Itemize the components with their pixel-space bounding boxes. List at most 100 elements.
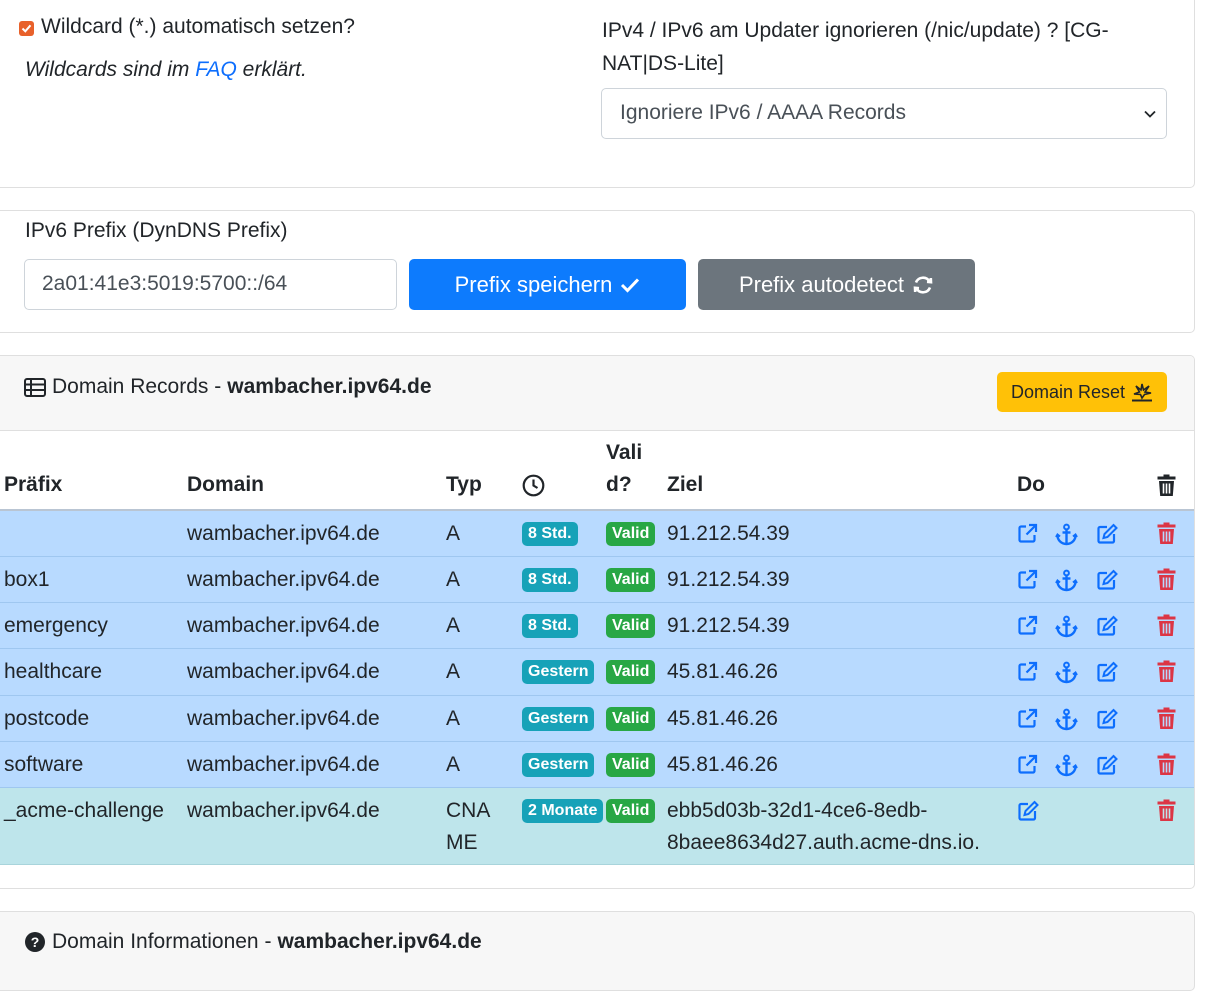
- record-age-badge: Gestern: [522, 707, 595, 731]
- wildcard-label: Wildcard (*.) automatisch setzen?: [41, 15, 355, 38]
- edit-icon[interactable]: [1096, 615, 1118, 642]
- prefix-value: 2a01:41e3:5019:5700::/64: [42, 272, 288, 295]
- trash-icon[interactable]: [1157, 522, 1176, 550]
- ipv-ignore-label: IPv4 / IPv6 am Updater ignorieren (/nic/…: [602, 19, 1109, 75]
- external-link-icon[interactable]: [1017, 754, 1038, 780]
- trash-icon[interactable]: [1157, 614, 1176, 642]
- ipv-ignore-selected: Ignoriere IPv6 / AAAA Records: [620, 101, 906, 124]
- table-row: [0, 511, 1194, 557]
- th-domain: Domain: [187, 473, 265, 496]
- wildcard-checkbox[interactable]: [19, 21, 34, 36]
- record-prefix: software: [4, 753, 84, 776]
- record-valid-badge: Valid: [606, 614, 656, 638]
- record-domain: wambacher.ipv64.de: [187, 660, 380, 683]
- record-age-badge: 8 Std.: [522, 522, 578, 546]
- chevron-down-icon: [1144, 110, 1156, 118]
- record-valid-badge: Valid: [606, 522, 656, 546]
- anchor-icon[interactable]: [1055, 523, 1078, 551]
- record-target: 91.212.54.39: [667, 568, 790, 591]
- table-row: [0, 557, 1194, 603]
- trash-icon[interactable]: [1157, 474, 1176, 497]
- trash-icon[interactable]: [1157, 707, 1176, 735]
- prefix-autodetect-label: Prefix autodetect: [738, 271, 905, 297]
- record-age-badge: 2 Monate: [522, 799, 604, 823]
- domain-reset-button[interactable]: Domain Reset: [997, 372, 1167, 412]
- record-type: A: [446, 660, 461, 683]
- th-valid-line2: d?: [606, 473, 632, 496]
- anchor-icon[interactable]: [1055, 708, 1078, 736]
- external-link-icon[interactable]: [1017, 523, 1038, 549]
- record-target: 45.81.46.26: [667, 753, 778, 776]
- prefix-save-button[interactable]: Prefix speichern: [409, 259, 686, 310]
- anchor-icon[interactable]: [1055, 754, 1078, 782]
- edit-icon[interactable]: [1096, 661, 1118, 688]
- record-target: 91.212.54.39: [667, 614, 790, 637]
- record-prefix: box1: [4, 568, 50, 591]
- question-circle-icon: ?: [25, 932, 45, 952]
- anchor-icon[interactable]: [1055, 615, 1078, 643]
- record-valid-badge: Valid: [606, 799, 656, 823]
- trash-icon[interactable]: [1157, 568, 1176, 596]
- external-link-icon[interactable]: [1017, 569, 1038, 595]
- record-type-line2: ME: [446, 831, 478, 854]
- record-age-badge: 8 Std.: [522, 614, 578, 638]
- th-valid-line1: Vali: [606, 441, 643, 464]
- record-target: ebb5d03b-32d1-4ce6-8edb-: [667, 799, 928, 822]
- external-link-icon[interactable]: [1017, 661, 1038, 687]
- prefix-input[interactable]: 2a01:41e3:5019:5700::/64: [24, 259, 397, 310]
- record-domain: wambacher.ipv64.de: [187, 614, 380, 637]
- table-row: [0, 696, 1194, 742]
- edit-icon[interactable]: [1096, 754, 1118, 781]
- record-target: 91.212.54.39: [667, 522, 790, 545]
- table-row: [0, 603, 1194, 649]
- trash-icon[interactable]: [1157, 799, 1176, 827]
- record-domain: wambacher.ipv64.de: [187, 522, 380, 545]
- edit-icon[interactable]: [1096, 569, 1118, 596]
- record-prefix: emergency: [4, 614, 108, 637]
- record-target: 45.81.46.26: [667, 660, 778, 683]
- record-type: A: [446, 707, 461, 730]
- external-link-icon[interactable]: [1017, 615, 1038, 641]
- edit-icon[interactable]: [1096, 523, 1118, 550]
- record-valid-badge: Valid: [606, 707, 656, 731]
- record-age-badge: Gestern: [522, 753, 595, 777]
- anchor-icon[interactable]: [1055, 569, 1078, 597]
- domain-info-title-prefix: Domain Informationen -: [52, 930, 272, 953]
- table-row: [0, 649, 1194, 696]
- record-target: 45.81.46.26: [667, 707, 778, 730]
- clock-icon: [522, 474, 545, 497]
- external-link-icon[interactable]: [1017, 708, 1038, 734]
- trash-icon[interactable]: [1157, 660, 1176, 688]
- record-type: A: [446, 522, 461, 545]
- anchor-icon[interactable]: [1055, 661, 1078, 689]
- record-domain: wambacher.ipv64.de: [187, 799, 380, 822]
- table-icon: [24, 377, 46, 397]
- trash-icon[interactable]: [1157, 753, 1176, 781]
- record-valid-badge: Valid: [606, 660, 656, 684]
- ipv-ignore-select[interactable]: Ignoriere IPv6 / AAAA Records: [601, 88, 1167, 139]
- th-do: Do: [1017, 473, 1045, 496]
- domain-records-title: Domain Records - wambacher.ipv64.de: [24, 375, 432, 399]
- record-prefix: _acme-challenge: [4, 799, 164, 822]
- edit-icon[interactable]: [1017, 800, 1039, 827]
- domain-info-domain: wambacher.ipv64.de: [277, 930, 482, 953]
- prefix-save-label: Prefix speichern: [454, 271, 613, 297]
- record-type: CNA: [446, 799, 491, 822]
- prefix-label: IPv6 Prefix (DynDNS Prefix): [25, 219, 288, 242]
- record-valid-badge: Valid: [606, 568, 656, 592]
- th-prefix: Präfix: [4, 473, 63, 496]
- record-prefix: healthcare: [4, 660, 103, 683]
- record-type: A: [446, 568, 461, 591]
- record-domain: wambacher.ipv64.de: [187, 568, 380, 591]
- record-domain: wambacher.ipv64.de: [187, 707, 380, 730]
- domain-reset-label: Domain Reset: [1010, 381, 1126, 402]
- wildcard-note: Wildcards sind im FAQ erklärt.: [25, 58, 307, 82]
- record-target-line2: 8baee8634d27.auth.acme-dns.io.: [667, 831, 980, 854]
- wildcard-note-text: Wildcards sind im: [25, 58, 190, 81]
- faq-link[interactable]: FAQ: [195, 58, 237, 81]
- record-prefix: postcode: [4, 707, 90, 730]
- prefix-autodetect-button[interactable]: Prefix autodetect: [698, 259, 975, 310]
- wildcard-note-suffix: erklärt.: [242, 58, 307, 81]
- edit-icon[interactable]: [1096, 708, 1118, 735]
- table-row: [0, 742, 1194, 788]
